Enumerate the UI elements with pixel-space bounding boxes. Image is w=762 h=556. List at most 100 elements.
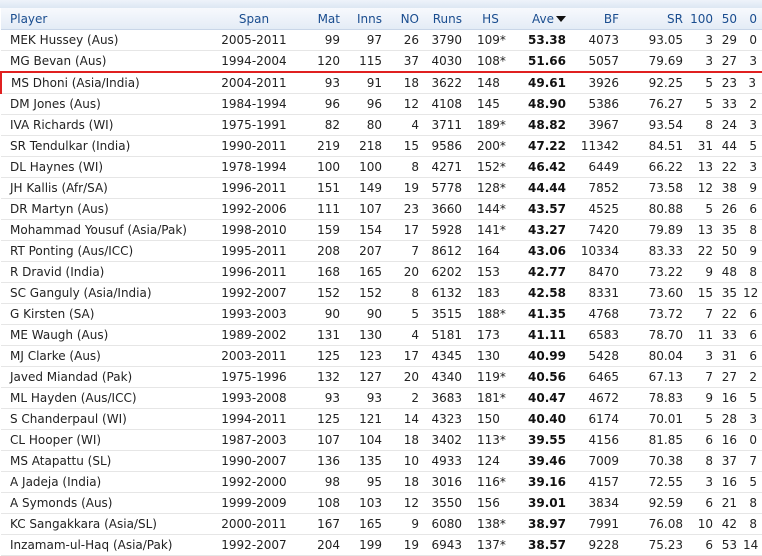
cell-hs: 145: [468, 93, 513, 115]
cell-player[interactable]: DM Jones (Aus): [1, 93, 212, 115]
cell-player[interactable]: MS Dhoni (Asia/India): [0, 71, 212, 94]
cell-span: 1999-2009: [212, 492, 296, 514]
cell-bf: 6174: [572, 408, 625, 430]
cell-fifties: 16: [719, 471, 743, 493]
cell-player[interactable]: MEK Hussey (Aus): [1, 29, 212, 51]
table-row[interactable]: A Jadeja (India) 1992-2000 98 95 18 3016 116* 3…: [1, 471, 762, 493]
header-row: Player Span Mat Inns NO Runs HS Ave BF S…: [1, 8, 762, 30]
table-row[interactable]: A Symonds (Aus) 1999-2009 108 103 12 3550 156 3…: [1, 492, 762, 514]
table-row[interactable]: ML Hayden (Aus/ICC) 1993-2008 93 93 2 3683 181…: [1, 387, 762, 409]
cell-bf: 10334: [572, 240, 625, 262]
cell-span: 1994-2011: [212, 408, 296, 430]
table-row[interactable]: JH Kallis (Afr/SA) 1996-2011 151 149 19 5778 1…: [1, 177, 762, 199]
cell-inns: 165: [346, 513, 388, 535]
cell-player[interactable]: MJ Clarke (Aus): [1, 345, 212, 367]
cell-player[interactable]: CL Hooper (WI): [1, 429, 212, 451]
cell-sr: 76.27: [625, 93, 689, 115]
cell-bf: 7852: [572, 177, 625, 199]
cell-player[interactable]: SC Ganguly (Asia/India): [1, 282, 212, 304]
cell-bf: 6583: [572, 324, 625, 346]
cell-player[interactable]: DR Martyn (Aus): [1, 198, 212, 220]
table-row[interactable]: DL Haynes (WI) 1978-1994 100 100 8 4271 152* 46…: [1, 156, 762, 178]
cell-inns: 135: [346, 450, 388, 472]
cell-span: 1989-2002: [212, 324, 296, 346]
cell-bf: 3967: [572, 114, 625, 136]
col-header-runs[interactable]: Runs: [425, 8, 468, 30]
cell-player[interactable]: S Chanderpaul (WI): [1, 408, 212, 430]
table-row[interactable]: Mohammad Yousuf (Asia/Pak) 1998-2010 159 15…: [1, 219, 762, 241]
cell-mat: 82: [296, 114, 346, 136]
cell-player[interactable]: JH Kallis (Afr/SA): [1, 177, 212, 199]
cell-span: 1975-1996: [212, 366, 296, 388]
cell-player[interactable]: MS Atapattu (SL): [1, 450, 212, 472]
col-header-50[interactable]: 50: [719, 8, 743, 30]
table-row[interactable]: SR Tendulkar (India) 1990-2011 219 218 15 958…: [1, 135, 762, 157]
table-row[interactable]: KC Sangakkara (Asia/SL) 2000-2011 167 165 9 6…: [1, 513, 762, 535]
cell-hs: 183: [468, 282, 513, 304]
cell-ducks: 8: [743, 261, 762, 283]
cell-span: 1992-2007: [212, 534, 296, 556]
cell-player[interactable]: ME Waugh (Aus): [1, 324, 212, 346]
cell-ducks: 5: [743, 471, 762, 493]
cell-ducks: 2: [743, 366, 762, 388]
table-row[interactable]: DR Martyn (Aus) 1992-2006 111 107 23 3660 144*…: [1, 198, 762, 220]
table-row[interactable]: R Dravid (India) 1996-2011 168 165 20 6202 153…: [1, 261, 762, 283]
cell-player[interactable]: SR Tendulkar (India): [1, 135, 212, 157]
cell-player[interactable]: DL Haynes (WI): [1, 156, 212, 178]
table-row[interactable]: ME Waugh (Aus) 1989-2002 131 130 4 5181 173 41.…: [1, 324, 762, 346]
cell-player[interactable]: A Jadeja (India): [1, 471, 212, 493]
cell-span: 1996-2011: [212, 177, 296, 199]
cell-hs: 113*: [468, 429, 513, 451]
cell-no: 19: [388, 534, 425, 556]
cell-runs: 3790: [425, 29, 468, 51]
col-header-bf[interactable]: BF: [572, 8, 625, 30]
col-header-ave[interactable]: Ave: [513, 8, 572, 30]
cell-player[interactable]: IVA Richards (WI): [1, 114, 212, 136]
table-row[interactable]: S Chanderpaul (WI) 1994-2011 125 121 14 4323 1…: [1, 408, 762, 430]
cell-player[interactable]: R Dravid (India): [1, 261, 212, 283]
table-row[interactable]: MEK Hussey (Aus) 2005-2011 99 97 26 3790 109* 5…: [1, 29, 762, 51]
col-header-span[interactable]: Span: [212, 8, 296, 30]
cell-player[interactable]: G Kirsten (SA): [1, 303, 212, 325]
col-header-player[interactable]: Player: [1, 8, 212, 30]
table-row[interactable]: RT Ponting (Aus/ICC) 1995-2011 208 207 7 8612…: [1, 240, 762, 262]
table-row[interactable]: Javed Miandad (Pak) 1975-1996 132 127 20 4340…: [1, 366, 762, 388]
table-row[interactable]: SC Ganguly (Asia/India) 1992-2007 152 152 8 6…: [1, 282, 762, 304]
cell-player[interactable]: Inzamam-ul-Haq (Asia/Pak): [1, 534, 212, 556]
cell-bf: 5057: [572, 50, 625, 73]
cell-player[interactable]: Javed Miandad (Pak): [1, 366, 212, 388]
cell-mat: 131: [296, 324, 346, 346]
col-header-0[interactable]: 0: [743, 8, 762, 30]
table-row[interactable]: MS Dhoni (Asia/India) 2004-2011 93 91 18 3622…: [0, 71, 762, 94]
table-row[interactable]: MJ Clarke (Aus) 2003-2011 125 123 17 4345 130 4…: [1, 345, 762, 367]
table-row[interactable]: DM Jones (Aus) 1984-1994 96 96 12 4108 145 48.9…: [1, 93, 762, 115]
cell-player[interactable]: ML Hayden (Aus/ICC): [1, 387, 212, 409]
col-header-sr[interactable]: SR: [625, 8, 689, 30]
table-row[interactable]: CL Hooper (WI) 1987-2003 107 104 18 3402 113* 3…: [1, 429, 762, 451]
cell-player[interactable]: RT Ponting (Aus/ICC): [1, 240, 212, 262]
cell-player[interactable]: KC Sangakkara (Asia/SL): [1, 513, 212, 535]
cell-sr: 76.08: [625, 513, 689, 535]
col-header-no[interactable]: NO: [388, 8, 425, 30]
cell-hundreds: 10: [689, 513, 719, 535]
col-header-hs[interactable]: HS: [468, 8, 513, 30]
cell-ave: 38.57: [513, 534, 572, 556]
table-row[interactable]: Inzamam-ul-Haq (Asia/Pak) 1992-2007 204 199…: [1, 534, 762, 556]
table-row[interactable]: MS Atapattu (SL) 1990-2007 136 135 10 4933 124…: [1, 450, 762, 472]
table-row[interactable]: MG Bevan (Aus) 1994-2004 120 115 37 4030 108* 5…: [1, 50, 762, 73]
cell-player[interactable]: MG Bevan (Aus): [1, 50, 212, 73]
cell-player[interactable]: Mohammad Yousuf (Asia/Pak): [1, 219, 212, 241]
col-header-100[interactable]: 100: [689, 8, 719, 30]
cell-mat: 208: [296, 240, 346, 262]
table-row[interactable]: G Kirsten (SA) 1993-2003 90 90 5 3515 188* 41.3…: [1, 303, 762, 325]
cell-player[interactable]: A Symonds (Aus): [1, 492, 212, 514]
table-row[interactable]: IVA Richards (WI) 1975-1991 82 80 4 3711 189* 4…: [1, 114, 762, 136]
cell-inns: 103: [346, 492, 388, 514]
cell-no: 12: [388, 492, 425, 514]
cell-runs: 4323: [425, 408, 468, 430]
cell-runs: 4345: [425, 345, 468, 367]
cell-inns: 100: [346, 156, 388, 178]
col-header-inns[interactable]: Inns: [346, 8, 388, 30]
cell-runs: 3550: [425, 492, 468, 514]
col-header-mat[interactable]: Mat: [296, 8, 346, 30]
